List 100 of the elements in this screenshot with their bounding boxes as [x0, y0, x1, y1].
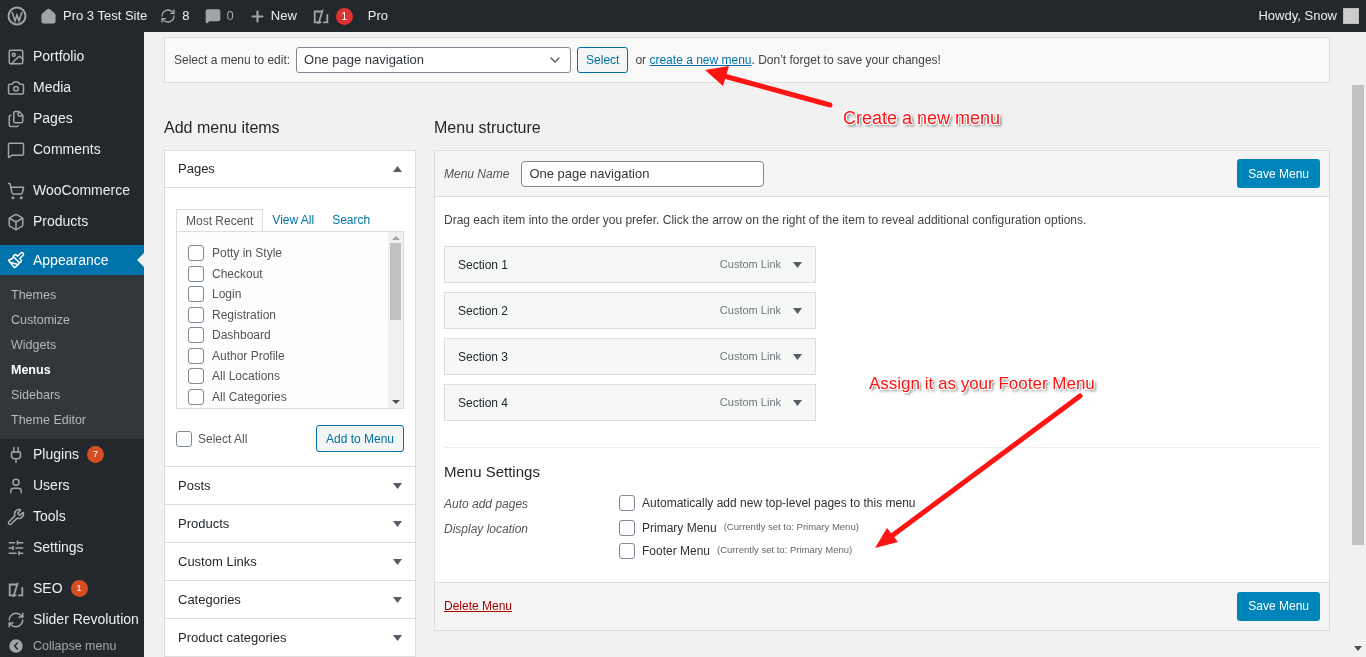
- page-label: All Locations: [212, 368, 281, 385]
- menu-item-bar[interactable]: Section 3 Custom Link: [444, 338, 816, 375]
- wrench-icon: [7, 507, 25, 526]
- menu-item-title: Section 2: [458, 302, 510, 320]
- sidebar-item[interactable]: Media: [0, 72, 144, 103]
- checkbox[interactable]: [619, 519, 635, 536]
- page-label: Author Profile: [212, 347, 285, 365]
- checkbox[interactable]: [619, 542, 635, 559]
- collapse-arrow-icon[interactable]: [393, 166, 402, 172]
- tab[interactable]: Search: [323, 209, 380, 231]
- collapse-menu-button[interactable]: Collapse menu: [0, 635, 144, 657]
- tab[interactable]: View All: [263, 209, 324, 231]
- scrollbar[interactable]: [388, 232, 403, 408]
- instructions-text: Drag each item into the order you prefer. Click the arrow on the right of the item to reveal additional configuration options.: [444, 212, 1088, 229]
- setting-label: Auto add pages: [444, 495, 530, 513]
- checkbox[interactable]: [619, 494, 635, 511]
- comment-icon: [7, 140, 25, 159]
- tab[interactable]: Most Recent: [176, 209, 264, 231]
- pro-link[interactable]: Pro: [367, 6, 389, 26]
- sidebar-item[interactable]: SEO 1: [0, 573, 144, 604]
- checkbox[interactable]: [188, 286, 204, 302]
- expand-arrow-icon[interactable]: [793, 261, 802, 268]
- annotation-text: Assign it as your Footer Menu: [869, 373, 1095, 395]
- sidebar-item[interactable]: Plugins 7: [0, 439, 144, 470]
- page-label: Potty in Style: [212, 245, 283, 262]
- expand-arrow-icon[interactable]: [393, 634, 402, 641]
- expand-arrow-icon[interactable]: [393, 558, 402, 565]
- submenu-item[interactable]: Sidebars: [0, 383, 144, 408]
- comments-link[interactable]: 0: [204, 6, 234, 26]
- user-icon: [7, 476, 25, 495]
- menu-dropdown[interactable]: One page navigation: [296, 47, 572, 73]
- expand-arrow-icon[interactable]: [393, 520, 402, 527]
- submenu-item[interactable]: Widgets: [0, 333, 144, 358]
- sidebar-item[interactable]: Pages: [0, 103, 144, 134]
- expand-arrow-icon[interactable]: [793, 399, 802, 406]
- checkbox[interactable]: [176, 430, 192, 447]
- accordion-header[interactable]: Posts: [165, 467, 415, 504]
- checkbox[interactable]: [188, 388, 204, 405]
- checkbox[interactable]: [188, 368, 204, 384]
- page-label: All Categories: [212, 388, 287, 406]
- menu-item-type: Custom Link: [719, 303, 781, 319]
- menu-item-type: Custom Link: [719, 349, 781, 365]
- sidebar-item[interactable]: WooCommerce: [0, 175, 144, 206]
- count-badge: 7: [86, 446, 104, 463]
- pages-icon: [7, 109, 25, 128]
- save-menu-button[interactable]: Save Menu: [1237, 591, 1320, 621]
- greeting-link[interactable]: Howdy, Snow: [1258, 6, 1337, 26]
- submenu-item[interactable]: Menus: [0, 358, 144, 383]
- delete-menu-link[interactable]: Delete Menu: [444, 597, 513, 615]
- option-label: Automatically add new top-level pages to this menu: [642, 494, 916, 512]
- new-link[interactable]: New: [248, 6, 297, 26]
- current-pointer-icon: [137, 253, 144, 267]
- submenu-item[interactable]: Themes: [0, 283, 144, 308]
- seo-link[interactable]: 1: [311, 7, 353, 25]
- sidebar-item[interactable]: Slider Revolution: [0, 604, 144, 635]
- sidebar-item[interactable]: Comments: [0, 134, 144, 165]
- accordion-header[interactable]: Product categories: [165, 619, 415, 656]
- menu-item-bar[interactable]: Section 4 Custom Link: [444, 384, 816, 421]
- menu-item-bar[interactable]: Section 1 Custom Link: [444, 246, 816, 283]
- sidebar-item[interactable]: Portfolio: [0, 41, 144, 72]
- add-to-menu-button[interactable]: Add to Menu: [315, 425, 404, 452]
- option-note: (Currently set to: Primary Menu): [717, 543, 853, 558]
- image-icon: [7, 47, 25, 66]
- create-menu-link[interactable]: create a new menu: [649, 53, 752, 67]
- page-label: Dashboard: [212, 327, 271, 344]
- expand-arrow-icon[interactable]: [793, 307, 802, 314]
- menu-name-field[interactable]: One page navigation: [521, 160, 765, 187]
- sidebar-item[interactable]: Appearance: [0, 245, 144, 275]
- annotation-text: Create a new menu: [843, 107, 1001, 130]
- menu-item-bar[interactable]: Section 2 Custom Link: [444, 292, 816, 329]
- submenu-item[interactable]: Customize: [0, 308, 144, 333]
- setting-label: Display location: [444, 520, 530, 538]
- accordion-header[interactable]: Custom Links: [165, 543, 415, 580]
- checkbox[interactable]: [188, 347, 204, 364]
- expand-arrow-icon[interactable]: [393, 596, 402, 603]
- site-name-link[interactable]: Pro 3 Test Site: [40, 6, 148, 26]
- accordion-header[interactable]: Categories: [165, 581, 415, 618]
- save-menu-button[interactable]: Save Menu: [1237, 159, 1320, 188]
- accordion-header[interactable]: Products: [165, 505, 415, 542]
- refresh-icon: [7, 610, 25, 629]
- submenu-item[interactable]: Theme Editor: [0, 408, 144, 433]
- sidebar-item[interactable]: Users: [0, 470, 144, 501]
- cart-icon: [7, 181, 25, 200]
- expand-arrow-icon[interactable]: [793, 353, 802, 360]
- camera-icon: [7, 78, 25, 97]
- checkbox[interactable]: [188, 306, 204, 323]
- checkbox[interactable]: [188, 327, 204, 343]
- box-icon: [7, 212, 25, 231]
- expand-arrow-icon[interactable]: [393, 482, 402, 489]
- sidebar-item[interactable]: Tools: [0, 501, 144, 532]
- accordion-header[interactable]: Pages: [165, 151, 415, 188]
- wordpress-logo-icon[interactable]: [7, 6, 27, 26]
- home-icon: [40, 7, 57, 25]
- select-button[interactable]: Select: [577, 47, 629, 73]
- sidebar-item[interactable]: Products: [0, 206, 144, 237]
- checkbox[interactable]: [188, 265, 204, 282]
- updates-link[interactable]: 8: [160, 6, 190, 26]
- sliders-icon: [7, 538, 25, 557]
- checkbox[interactable]: [188, 245, 204, 261]
- sidebar-item[interactable]: Settings: [0, 532, 144, 563]
